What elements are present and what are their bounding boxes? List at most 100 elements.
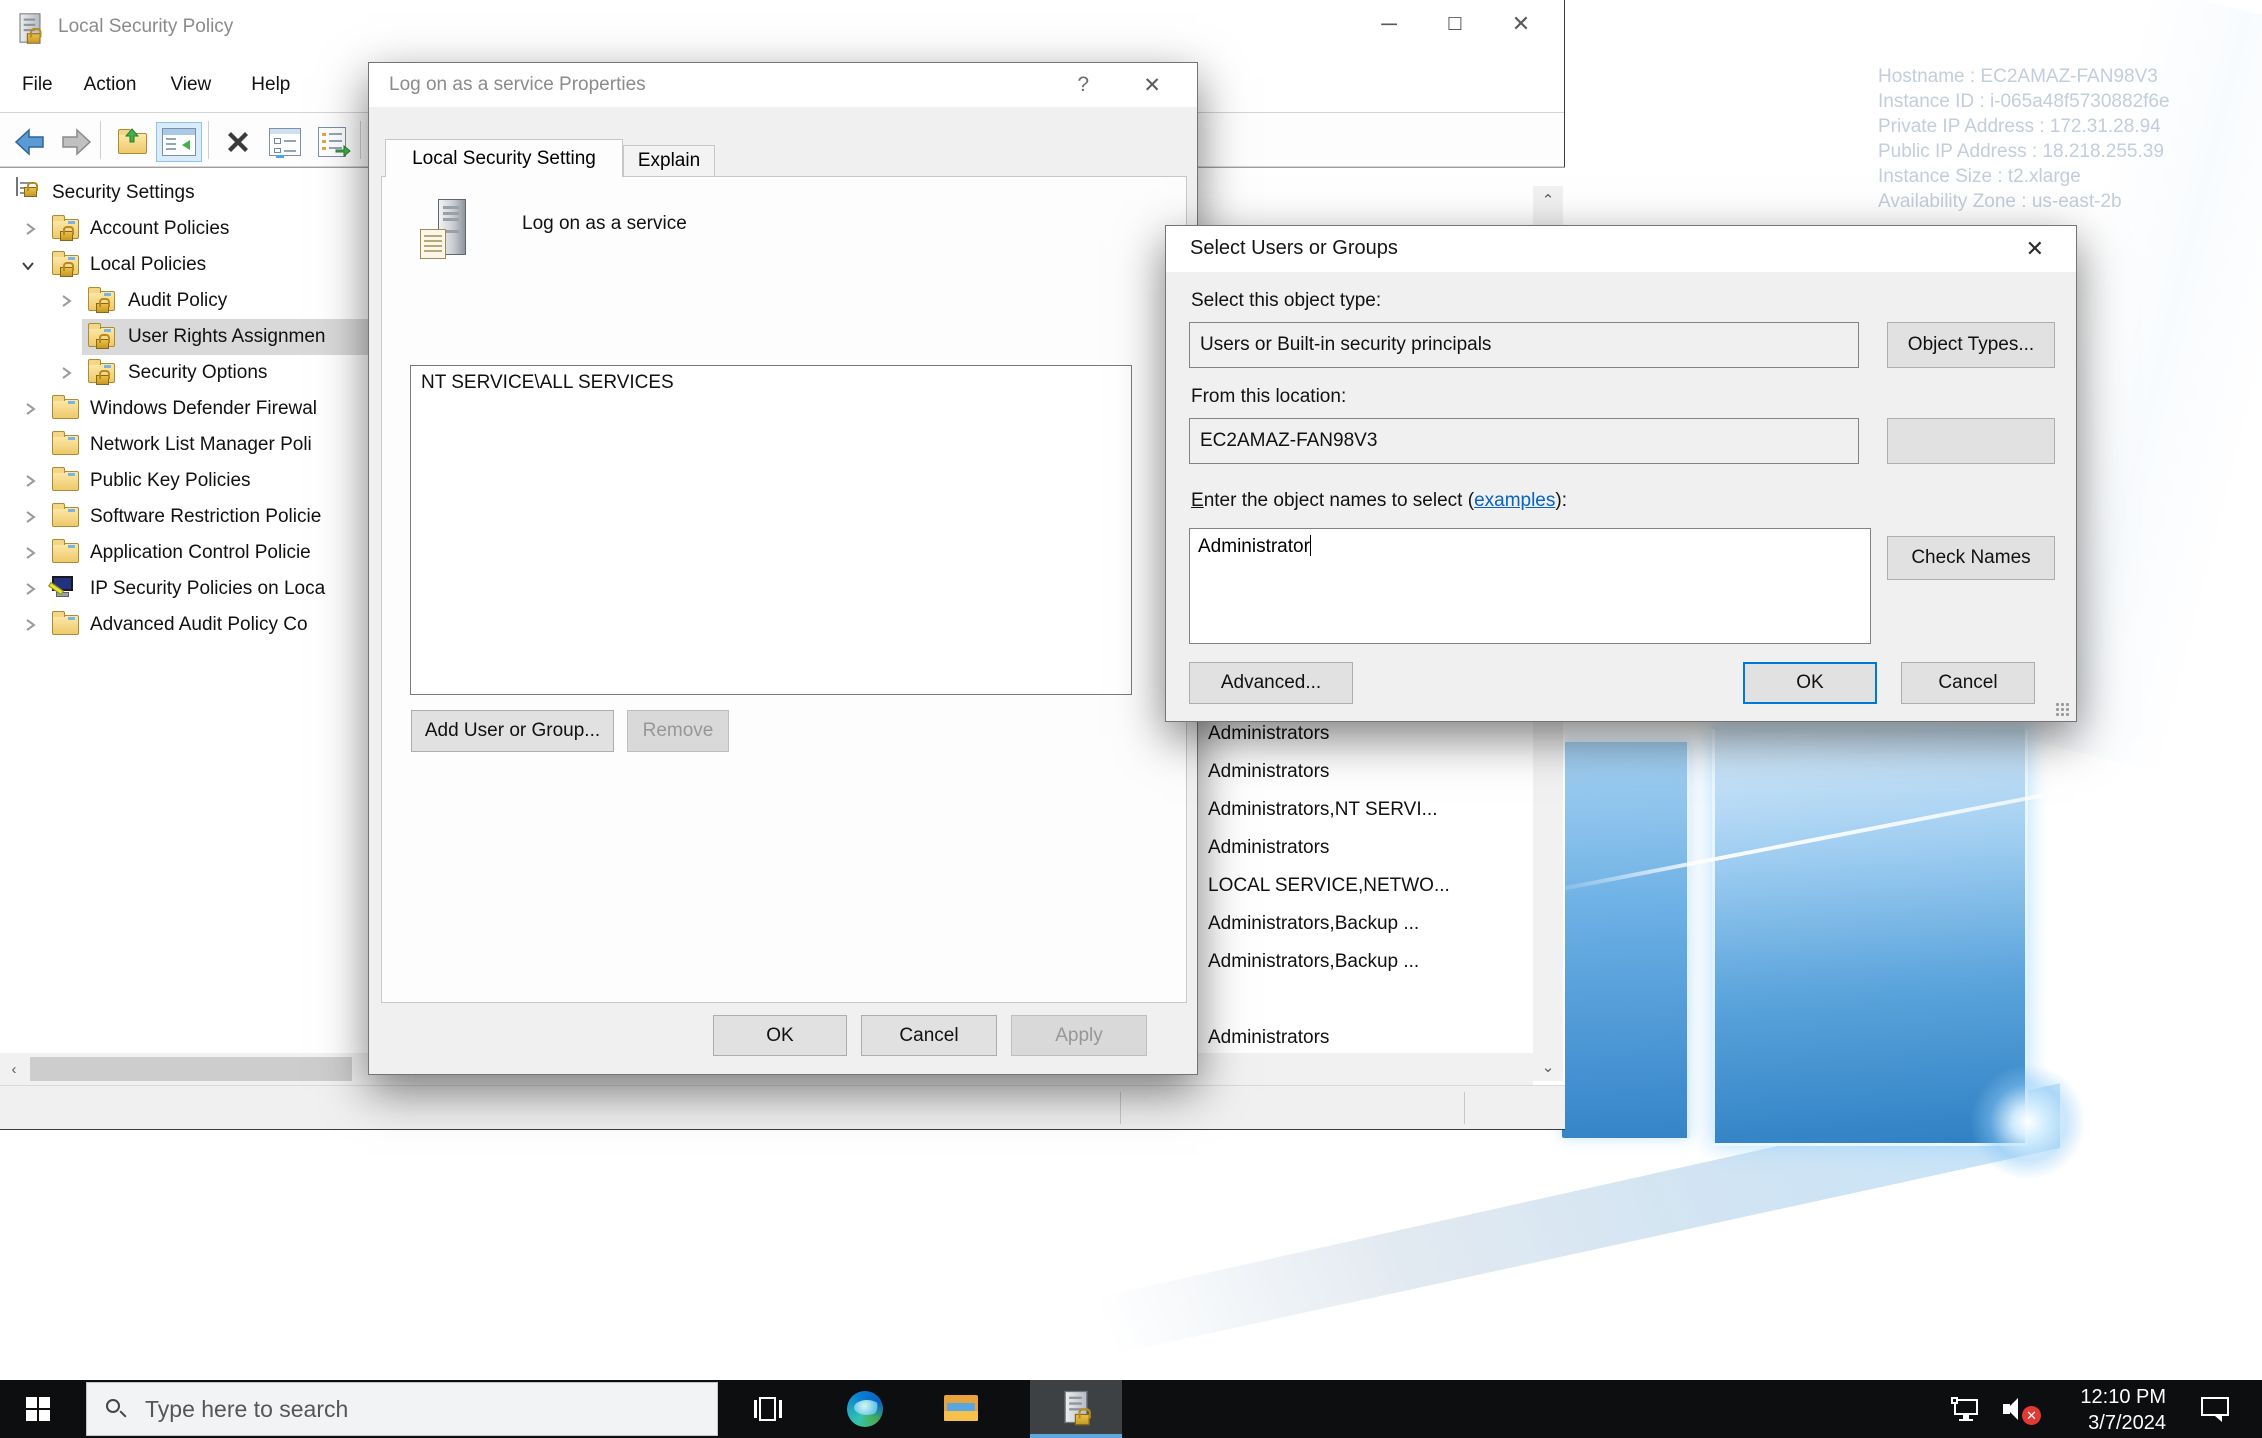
list-row[interactable]: Administrators <box>1200 1019 1530 1057</box>
chevron-right-icon[interactable] <box>22 617 38 633</box>
remove-button[interactable]: Remove <box>627 710 729 752</box>
tree-item-local-policies[interactable]: Local Policies <box>0 247 368 283</box>
advanced-button[interactable]: Advanced... <box>1189 662 1353 704</box>
forward-button[interactable] <box>54 122 98 162</box>
network-tray-icon[interactable] <box>1940 1380 1992 1438</box>
menu-view[interactable]: View <box>170 74 211 96</box>
list-row[interactable] <box>1200 981 1530 1019</box>
tree-item-network-list-manager[interactable]: Network List Manager Poli <box>0 427 368 463</box>
menu-help[interactable]: Help <box>251 74 290 96</box>
tree-item-advanced-audit-policy[interactable]: Advanced Audit Policy Co <box>0 607 368 643</box>
tree-item-software-restriction[interactable]: Software Restriction Policie <box>0 499 368 535</box>
back-button[interactable] <box>8 122 52 162</box>
examples-link[interactable]: examples <box>1474 490 1555 511</box>
resize-grip[interactable] <box>2055 702 2070 717</box>
edge-icon <box>847 1391 883 1427</box>
folder-icon <box>52 505 82 529</box>
instance-info-line: Public IP Address : 18.218.255.39 <box>1878 139 2170 164</box>
close-button[interactable]: ✕ <box>1143 73 1161 98</box>
scrollbar-thumb[interactable] <box>30 1057 352 1081</box>
chevron-right-icon[interactable] <box>22 473 38 489</box>
locations-button[interactable] <box>1887 418 2055 464</box>
apply-button[interactable]: Apply <box>1011 1015 1147 1056</box>
list-row[interactable]: Administrators,Backup ... <box>1200 943 1530 981</box>
chevron-right-icon[interactable] <box>22 581 38 597</box>
list-row[interactable]: Administrators,Backup ... <box>1200 905 1530 943</box>
titlebar: Local Security Policy ─ ☐ ✕ <box>0 0 1564 58</box>
tree-item-security-options[interactable]: Security Options <box>0 355 368 391</box>
up-folder-icon <box>116 129 148 155</box>
close-button[interactable]: ✕ <box>1488 0 1554 48</box>
list-row[interactable]: LOCAL SERVICE,NETWO... <box>1200 867 1530 905</box>
tab-local-security-setting[interactable]: Local Security Setting <box>385 139 623 177</box>
dialog-titlebar: Log on as a service Properties ? ✕ <box>369 63 1197 107</box>
ok-button[interactable]: OK <box>713 1015 847 1056</box>
tab-explain[interactable]: Explain <box>623 145 715 177</box>
edge-button[interactable] <box>832 1380 898 1438</box>
scroll-left-button[interactable]: ‹ <box>0 1053 28 1085</box>
file-explorer-icon <box>944 1395 978 1423</box>
check-names-button[interactable]: Check Names <box>1887 536 2055 580</box>
muted-speaker-icon: ✕ <box>2003 1396 2037 1422</box>
windows-logo-icon <box>26 1397 50 1421</box>
chevron-right-icon[interactable] <box>22 221 38 237</box>
tree-item-ip-security-policies[interactable]: IP Security Policies on Loca <box>0 571 368 607</box>
taskbar-clock[interactable]: 12:10 PM 3/7/2024 <box>2046 1384 2166 1436</box>
dialog-title: Log on as a service Properties <box>389 74 646 96</box>
help-button[interactable]: ? <box>1077 73 1089 97</box>
member-item[interactable]: NT SERVICE\ALL SERVICES <box>411 366 1131 394</box>
delete-button[interactable] <box>216 122 260 162</box>
maximize-button[interactable]: ☐ <box>1422 0 1488 48</box>
list-row[interactable]: Administrators <box>1200 753 1530 791</box>
list-row[interactable]: Administrators,NT SERVI... <box>1200 791 1530 829</box>
list-row[interactable]: Administrators <box>1200 829 1530 867</box>
tree-item-public-key-policies[interactable]: Public Key Policies <box>0 463 368 499</box>
task-view-button[interactable] <box>735 1380 801 1438</box>
close-button[interactable]: ✕ <box>2026 236 2044 262</box>
scroll-down-button[interactable]: ⌄ <box>1533 1053 1563 1081</box>
cancel-button[interactable]: Cancel <box>1901 662 2035 704</box>
volume-tray-icon[interactable]: ✕ <box>1992 1380 2048 1438</box>
object-types-button[interactable]: Object Types... <box>1887 322 2055 368</box>
ok-button[interactable]: OK <box>1743 662 1877 704</box>
add-user-or-group-button[interactable]: Add User or Group... <box>411 710 614 752</box>
task-view-icon <box>754 1397 782 1421</box>
close-icon: ✕ <box>1512 13 1530 35</box>
clock-date: 3/7/2024 <box>2046 1410 2166 1436</box>
start-button[interactable] <box>0 1380 76 1438</box>
chevron-right-icon[interactable] <box>22 509 38 525</box>
file-explorer-button[interactable] <box>928 1380 994 1438</box>
tree-item-application-control[interactable]: Application Control Policie <box>0 535 368 571</box>
folder-lock-icon <box>52 253 82 277</box>
local-security-policy-task-button[interactable] <box>1030 1380 1122 1438</box>
members-listbox[interactable]: NT SERVICE\ALL SERVICES <box>410 365 1132 695</box>
tree-item-user-rights-assignment[interactable]: User Rights Assignmen <box>82 319 368 355</box>
folder-lock-icon <box>88 361 118 385</box>
tree-item-windows-defender-firewall[interactable]: Windows Defender Firewal <box>0 391 368 427</box>
tree-item-audit-policy[interactable]: Audit Policy <box>0 283 368 319</box>
properties-button[interactable] <box>263 122 307 162</box>
network-icon <box>1951 1397 1981 1421</box>
chevron-right-icon[interactable] <box>58 365 74 381</box>
folder-icon <box>52 397 82 421</box>
cancel-button[interactable]: Cancel <box>861 1015 997 1056</box>
chevron-right-icon[interactable] <box>22 545 38 561</box>
action-center-button[interactable] <box>2186 1380 2244 1438</box>
chevron-right-icon[interactable] <box>22 401 38 417</box>
status-divider <box>1120 1092 1121 1124</box>
tree-item-security-settings[interactable]: Security Settings <box>0 175 368 211</box>
menu-action[interactable]: Action <box>84 74 137 96</box>
object-names-textarea[interactable]: Administrator <box>1189 528 1871 644</box>
server-lock-icon <box>16 178 18 196</box>
scroll-up-button[interactable]: ⌃ <box>1533 186 1563 214</box>
tree-item-account-policies[interactable]: Account Policies <box>0 211 368 247</box>
up-one-level-button[interactable] <box>110 122 154 162</box>
minimize-button[interactable]: ─ <box>1356 0 1422 48</box>
chevron-down-icon[interactable] <box>20 258 36 274</box>
export-list-icon <box>318 127 346 157</box>
show-console-tree-button[interactable] <box>156 122 202 162</box>
menu-file[interactable]: File <box>22 74 53 96</box>
search-input[interactable]: Type here to search <box>86 1382 718 1436</box>
export-list-button[interactable] <box>311 122 353 162</box>
chevron-right-icon[interactable] <box>58 293 74 309</box>
